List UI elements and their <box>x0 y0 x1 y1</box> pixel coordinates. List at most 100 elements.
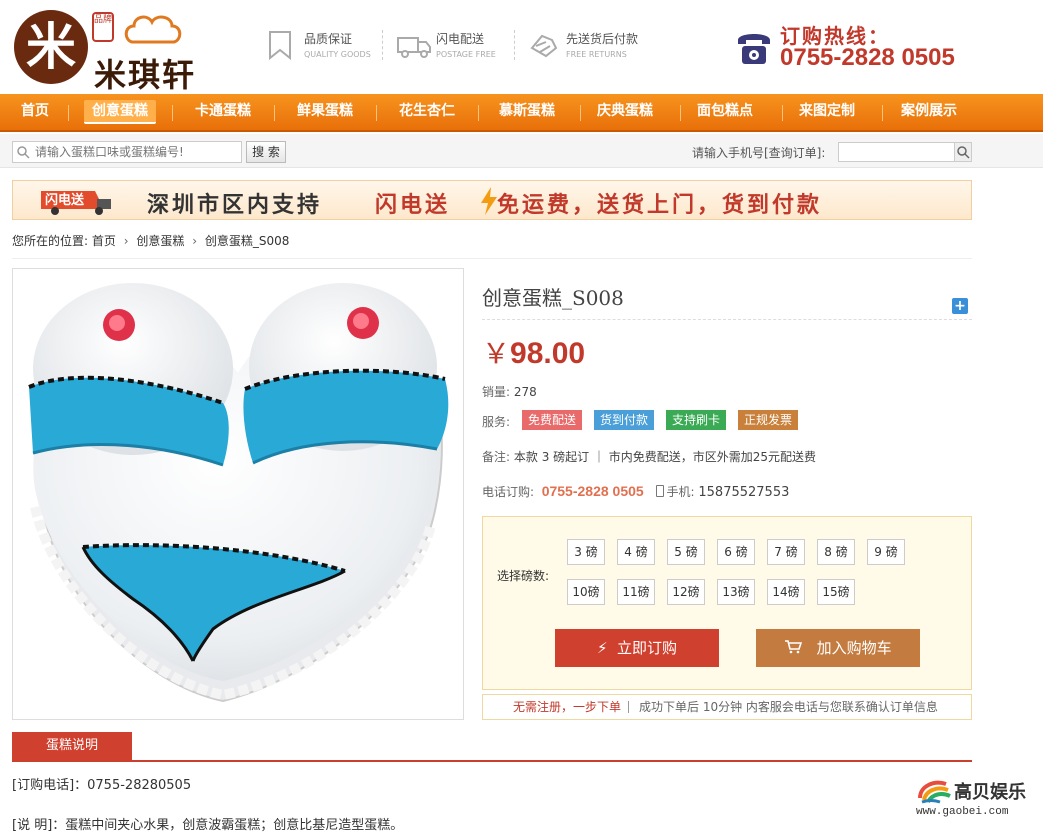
weight-option[interactable]: 12磅 <box>667 579 705 605</box>
bookmark-icon <box>269 31 291 60</box>
divider <box>382 30 383 60</box>
hotline-number: 0755-2828 0505 <box>780 44 955 71</box>
mobile-number: 15875527553 <box>698 485 790 500</box>
service-tag-invoice: 正规发票 <box>738 410 799 430</box>
nav-divider <box>68 105 69 121</box>
return-icon <box>530 34 558 58</box>
nav-divider <box>172 105 173 121</box>
hotline: 订购热线： 0755-2828 0505 <box>734 20 994 74</box>
logo-disc: 米 <box>14 10 88 84</box>
breadcrumb: 您所在的位置: 首页 › 创意蛋糕 › 创意蛋糕_S008 <box>12 234 290 248</box>
feature-quality: 品质保证 QUALITY GOODS <box>264 28 374 64</box>
nav-item-cases[interactable]: 案例展示 <box>886 94 972 130</box>
weight-option[interactable]: 6 磅 <box>717 539 755 565</box>
weight-option[interactable]: 8 磅 <box>817 539 855 565</box>
weight-label: 选择磅数: <box>497 569 550 583</box>
weight-option[interactable]: 4 磅 <box>617 539 655 565</box>
add-to-cart-button[interactable]: 加入购物车 <box>756 629 920 667</box>
breadcrumb-category[interactable]: 创意蛋糕 <box>136 234 184 248</box>
description-phone: [订购电话]：0755-28280505 <box>12 778 192 793</box>
flash-delivery-badge: 闪电送 <box>39 187 115 215</box>
notice-text: 成功下单后 10分钟 内客服会电话与您联系确认订单信息 <box>639 700 938 714</box>
nav-item-celebration-cake[interactable]: 庆典蛋糕 <box>582 94 668 130</box>
search-icon <box>17 146 30 159</box>
feature-delivery: 闪电配送 POSTAGE FREE <box>396 28 506 64</box>
nav-divider <box>580 105 581 121</box>
nav-divider <box>782 105 783 121</box>
nav-item-mousse-cake[interactable]: 慕斯蛋糕 <box>484 94 570 130</box>
nav-item-bread-pastry[interactable]: 面包糕点 <box>682 94 768 130</box>
badge-text: 闪电送 <box>45 192 85 208</box>
product-title: 创意蛋糕_S008 <box>482 286 624 310</box>
divider <box>12 760 972 762</box>
service-tag-card: 支持刷卡 <box>666 410 727 430</box>
watermark-name: 高贝娱乐 <box>954 782 1026 803</box>
sales-count: 278 <box>513 385 537 399</box>
divider <box>628 701 629 713</box>
cake-illustration <box>28 283 449 703</box>
breadcrumb-current: 创意蛋糕_S008 <box>204 234 290 248</box>
lightning-icon: ⚡ <box>596 639 608 657</box>
plus-icon[interactable]: + <box>952 298 968 314</box>
order-phone: 0755-2828 0505 <box>541 483 644 499</box>
product-price: ￥98.00 <box>482 332 585 372</box>
weight-option[interactable]: 7 磅 <box>767 539 805 565</box>
nav-divider <box>478 105 479 121</box>
delivery-banner[interactable]: 闪电送 深圳市区内支持 闪电送 免运费，送货上门，货到付款 <box>12 180 972 220</box>
sales-row: 销量: 278 <box>482 385 537 399</box>
weight-option[interactable]: 15磅 <box>817 579 855 605</box>
divider <box>514 30 515 60</box>
banner-text-flash: 闪电送 <box>375 193 451 218</box>
main-nav: 首页 创意蛋糕 卡通蛋糕 鲜果蛋糕 花生杏仁 慕斯蛋糕 庆典蛋糕 面包糕点 来图… <box>0 94 1043 132</box>
buy-now-button[interactable]: ⚡ 立即订购 <box>555 629 719 667</box>
remark-row: 备注: 本款 3 磅起订 ｜ 市内免费配送，市区外需加25元配送费 <box>482 450 817 464</box>
service-tag-free-delivery: 免费配送 <box>522 410 583 430</box>
cart-icon <box>785 640 803 654</box>
description-text: [说 明]：蛋糕中间夹心水果，创意波霸蛋糕；创意比基尼造型蛋糕。 <box>12 818 404 833</box>
feature-returns: 先送货后付款 FREE RETURNS <box>526 28 656 64</box>
nav-divider <box>376 105 377 121</box>
weight-option[interactable]: 13磅 <box>717 579 755 605</box>
truck-icon <box>397 37 431 58</box>
search-icon <box>957 146 970 159</box>
search-button[interactable]: 搜 索 <box>246 141 286 163</box>
lightning-icon <box>481 187 497 215</box>
nav-item-fruit-cake[interactable]: 鲜果蛋糕 <box>282 94 368 130</box>
breadcrumb-home[interactable]: 首页 <box>92 234 116 248</box>
chevron-right-icon: › <box>123 234 129 248</box>
weight-option[interactable]: 3 磅 <box>567 539 605 565</box>
chevron-right-icon: › <box>192 234 198 248</box>
weight-option[interactable]: 5 磅 <box>667 539 705 565</box>
nav-item-cartoon-cake[interactable]: 卡通蛋糕 <box>180 94 266 130</box>
nav-item-home[interactable]: 首页 <box>10 94 60 130</box>
product-image[interactable] <box>12 268 464 720</box>
order-query-label: 请输入手机号[查询订单]: <box>692 146 826 160</box>
truck-icon: 闪电送 <box>41 191 111 215</box>
chef-hat-icon <box>124 15 182 44</box>
weight-option[interactable]: 10磅 <box>567 579 605 605</box>
search-bar: 搜 索 请输入手机号[查询订单]: <box>0 134 1043 168</box>
order-search-button[interactable] <box>954 142 972 162</box>
order-notice: 无需注册，一步下单 成功下单后 10分钟 内客服会电话与您联系确认订单信息 <box>482 694 972 720</box>
tab-cake-description[interactable]: 蛋糕说明 <box>12 732 132 760</box>
header: 米 品牌 米琪轩 品质保证 QUALITY GOODS 闪电配送 POSTAGE… <box>0 0 1043 94</box>
telephone-icon <box>738 34 770 64</box>
nav-divider <box>680 105 681 121</box>
nav-divider <box>882 105 883 121</box>
mobile-icon <box>655 485 664 497</box>
weight-option[interactable]: 14磅 <box>767 579 805 605</box>
weight-option[interactable]: 11磅 <box>617 579 655 605</box>
search-field[interactable] <box>12 141 242 163</box>
nav-item-creative-cake[interactable]: 创意蛋糕 <box>76 94 164 130</box>
search-input[interactable] <box>35 143 235 161</box>
weight-option[interactable]: 9 磅 <box>867 539 905 565</box>
order-phone-input[interactable] <box>838 142 956 162</box>
nav-item-peanut-almond[interactable]: 花生杏仁 <box>384 94 470 130</box>
brand-logo[interactable]: 米 品牌 米琪轩 <box>14 10 224 94</box>
service-tag-cod: 货到付款 <box>594 410 655 430</box>
divider <box>482 319 972 320</box>
nav-item-custom-photo[interactable]: 来图定制 <box>784 94 870 130</box>
banner-text-terms: 免运费，送货上门，货到付款 <box>497 193 823 218</box>
logo-seal: 品牌 <box>92 12 114 42</box>
banner-text-region: 深圳市区内支持 <box>147 193 323 218</box>
